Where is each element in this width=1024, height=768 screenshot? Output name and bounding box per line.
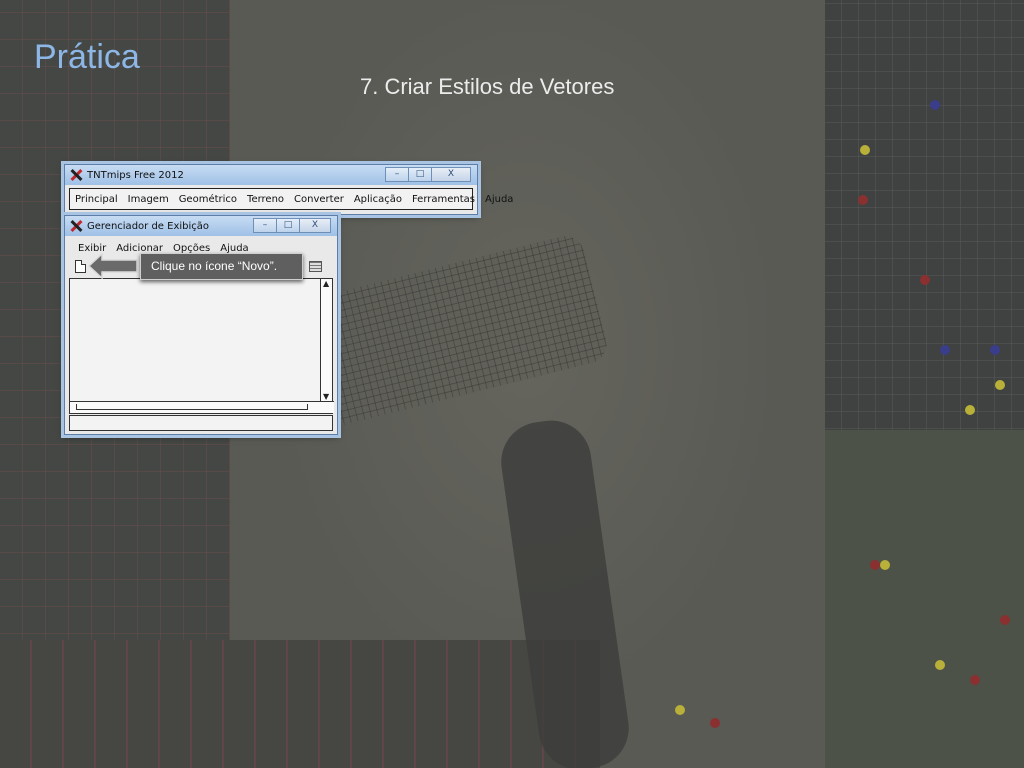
main-window-title: TNTmips Free 2012 [87, 169, 184, 181]
maximize-button[interactable]: □ [276, 218, 300, 233]
layer-list-icon[interactable] [309, 261, 322, 272]
scrollbar-thumb[interactable] [76, 404, 308, 410]
display-manager-window: Gerenciador de Exibição – □ X Exibir Adi… [64, 215, 338, 435]
menu-terreno[interactable]: Terreno [242, 194, 289, 205]
display-window-titlebar[interactable]: Gerenciador de Exibição – □ X [65, 216, 337, 236]
menu-geometrico[interactable]: Geométrico [174, 194, 242, 205]
menu-exibir[interactable]: Exibir [73, 243, 111, 254]
scroll-down-icon[interactable]: ▼ [323, 392, 329, 401]
menu-converter[interactable]: Converter [289, 194, 349, 205]
slide-title: Prática [34, 38, 140, 76]
close-button[interactable]: X [299, 218, 331, 233]
menu-ferramentas[interactable]: Ferramentas [407, 194, 480, 205]
new-document-icon[interactable] [75, 260, 86, 273]
menu-aplicacao[interactable]: Aplicação [349, 194, 407, 205]
main-window-titlebar[interactable]: TNTmips Free 2012 – □ X [65, 165, 477, 185]
vertical-scrollbar[interactable]: ▲ ▼ [320, 279, 332, 401]
scroll-up-icon[interactable]: ▲ [323, 279, 329, 288]
menu-ajuda[interactable]: Ajuda [215, 243, 253, 254]
main-menubar: Principal Imagem Geométrico Terreno Conv… [70, 194, 518, 205]
display-window-title: Gerenciador de Exibição [87, 220, 210, 232]
slide-subtitle: 7. Criar Estilos de Vetores [360, 74, 615, 99]
tntmips-app-icon [69, 168, 83, 182]
menu-adicionar[interactable]: Adicionar [111, 243, 168, 254]
menu-opcoes[interactable]: Opções [168, 243, 215, 254]
layer-list-area[interactable]: ▲ ▼ [69, 278, 334, 414]
minimize-button[interactable]: – [385, 167, 409, 182]
status-bar [69, 415, 333, 431]
maximize-button[interactable]: □ [408, 167, 432, 182]
close-button[interactable]: X [431, 167, 471, 182]
tntmips-app-icon [69, 219, 83, 233]
pointer-arrow-icon [88, 253, 138, 279]
tntmips-main-window: TNTmips Free 2012 – □ X Principal Imagem… [64, 164, 513, 215]
horizontal-scrollbar[interactable] [70, 401, 334, 413]
minimize-button[interactable]: – [253, 218, 277, 233]
menu-imagem[interactable]: Imagem [123, 194, 174, 205]
instruction-callout: Clique no ícone “Novo”. [140, 253, 303, 280]
menu-ajuda[interactable]: Ajuda [480, 194, 518, 205]
menu-principal[interactable]: Principal [70, 194, 123, 205]
